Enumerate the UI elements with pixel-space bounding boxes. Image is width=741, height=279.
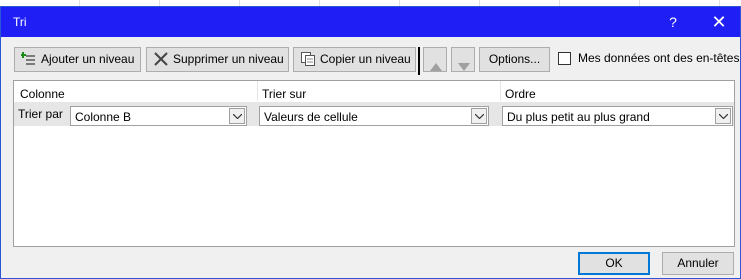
move-down-button[interactable] — [451, 47, 475, 72]
dropdown-arrow-icon[interactable] — [715, 108, 731, 124]
copy-level-label: Copier un niveau — [320, 52, 411, 66]
move-up-icon — [430, 56, 442, 79]
sort-on-select-value: Valeurs de cellule — [264, 110, 358, 124]
row-label: Trier par — [18, 107, 63, 121]
close-button[interactable]: ✕ — [701, 7, 737, 37]
header-divider — [500, 81, 501, 101]
header-divider — [257, 81, 258, 101]
add-level-icon — [20, 51, 37, 67]
cancel-button[interactable]: Annuler — [662, 252, 734, 275]
column-header-colonne: Colonne — [20, 87, 65, 101]
column-header-ordre: Ordre — [505, 87, 536, 101]
ok-button[interactable]: OK — [578, 252, 650, 275]
headers-checkbox-label[interactable]: Mes données ont des en-têtes — [578, 51, 739, 65]
headers-checkbox[interactable] — [558, 52, 571, 65]
order-select-value: Du plus petit au plus grand — [507, 110, 650, 124]
copy-level-icon — [300, 51, 316, 67]
delete-level-label: Supprimer un niveau — [173, 52, 284, 66]
add-level-label: Ajouter un niveau — [41, 52, 135, 66]
move-up-button[interactable] — [423, 47, 447, 72]
order-select[interactable]: Du plus petit au plus grand — [502, 106, 733, 126]
title-bar[interactable]: Tri ? ✕ — [1, 7, 740, 37]
copy-level-button[interactable]: Copier un niveau — [293, 47, 416, 72]
toolbar-separator — [418, 47, 420, 75]
column-select[interactable]: Colonne B — [70, 106, 247, 126]
dialog-title: Tri — [13, 15, 27, 29]
move-down-icon — [458, 56, 470, 79]
options-button[interactable]: Options... — [479, 47, 550, 72]
add-level-button[interactable]: Ajouter un niveau — [14, 47, 141, 72]
delete-level-icon — [153, 51, 169, 67]
dropdown-arrow-icon[interactable] — [471, 108, 487, 124]
sort-on-select[interactable]: Valeurs de cellule — [259, 106, 489, 126]
sort-toolbar: Ajouter un niveau Supprimer un niveau Co… — [14, 47, 739, 75]
sort-dialog: Tri ? ✕ Ajouter un niveau Supprimer un n… — [0, 6, 741, 279]
dropdown-arrow-icon[interactable] — [229, 108, 245, 124]
column-header-trier-sur: Trier sur — [262, 87, 307, 101]
sort-levels-grid: Colonne Trier sur Ordre Trier par Colonn… — [13, 80, 735, 247]
help-button[interactable]: ? — [655, 7, 691, 37]
delete-level-button[interactable]: Supprimer un niveau — [146, 47, 289, 72]
column-select-value: Colonne B — [75, 110, 132, 124]
